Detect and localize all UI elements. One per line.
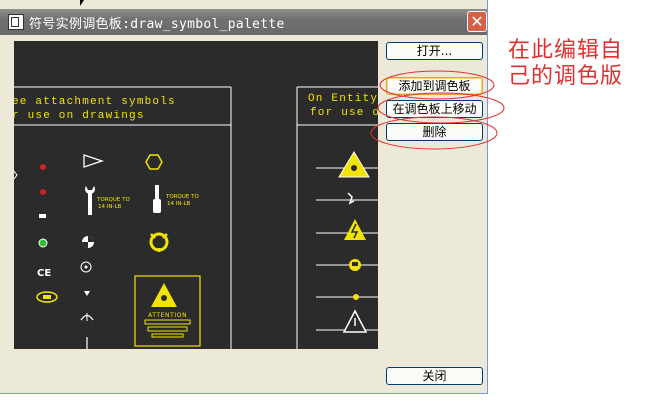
title-bar[interactable]: 符号实例调色板:draw_symbol_palette ✕ [0, 9, 487, 35]
close-window-button[interactable]: ✕ [467, 11, 487, 32]
wrench-handle-1 [88, 191, 92, 215]
mouse-cursor-icon [80, 0, 84, 6]
window-title: 符号实例调色板:draw_symbol_palette [29, 17, 285, 32]
arrow-triangle-symbol [83, 154, 105, 168]
annotation-line2: 己的调色版 [508, 64, 624, 89]
ce-mark-symbol: CE [37, 268, 51, 279]
small-yellow-dot-symbol [353, 294, 359, 300]
attention-label: ATTENTION [148, 312, 187, 319]
open-button[interactable]: 打开... [386, 42, 483, 60]
yellow-oval-center [43, 295, 51, 299]
lightning-symbol [347, 192, 355, 205]
red-dot-symbol-1 [40, 164, 46, 170]
torque-label-1a: TORQUE TO [96, 197, 130, 203]
torque-label-2a: TORQUE TO [165, 194, 199, 200]
esd-warning-mark [351, 165, 357, 171]
right-header-line1: On Entity [308, 93, 378, 105]
red-dot-symbol-2 [40, 189, 46, 195]
attention-warning-mark [161, 295, 167, 301]
attention-bar-2 [147, 326, 188, 332]
close-button[interactable]: 关闭 [386, 367, 483, 385]
screwdriver-handle [153, 199, 161, 213]
partial-symbol-left [14, 170, 18, 180]
torque-label-2b: 14 IN-LB [167, 201, 191, 207]
esd-warning-icon [338, 151, 370, 178]
hexagon-symbol [145, 154, 163, 170]
green-dot-symbol [38, 238, 48, 248]
right-header-line2: for use o [310, 107, 378, 119]
attention-bar-1 [144, 319, 191, 325]
symbol-palette-window: 符号实例调色板:draw_symbol_palette ✕ ee attachm… [0, 0, 488, 394]
circle-symbol-dot [84, 265, 88, 269]
torque-label-1b: 14 IN-LB [98, 204, 122, 210]
palette-drawing: ee attachment symbols r use on drawings … [14, 86, 378, 349]
screwdriver-icon [155, 185, 159, 199]
app-icon [8, 14, 24, 30]
palette-canvas[interactable]: ee attachment symbols r use on drawings … [14, 41, 378, 349]
delete-button[interactable]: 删除 [386, 123, 483, 141]
small-white-symbol [39, 214, 46, 218]
add-to-palette-button[interactable]: 添加到调色板 [386, 77, 483, 95]
small-down-triangle-symbol [84, 291, 90, 296]
annotation-note: 在此编辑自 己的调色版 [508, 38, 623, 90]
left-header-line2: r use on drawings [14, 110, 145, 122]
annotation-line1: 在此编辑自 [508, 38, 624, 63]
yellow-round-symbol-mark [352, 262, 358, 266]
attention-frame [134, 275, 201, 347]
move-on-palette-button[interactable]: 在调色板上移动 [386, 100, 483, 118]
left-header-line1: ee attachment symbols [14, 96, 176, 108]
attention-bar-3 [151, 333, 184, 338]
